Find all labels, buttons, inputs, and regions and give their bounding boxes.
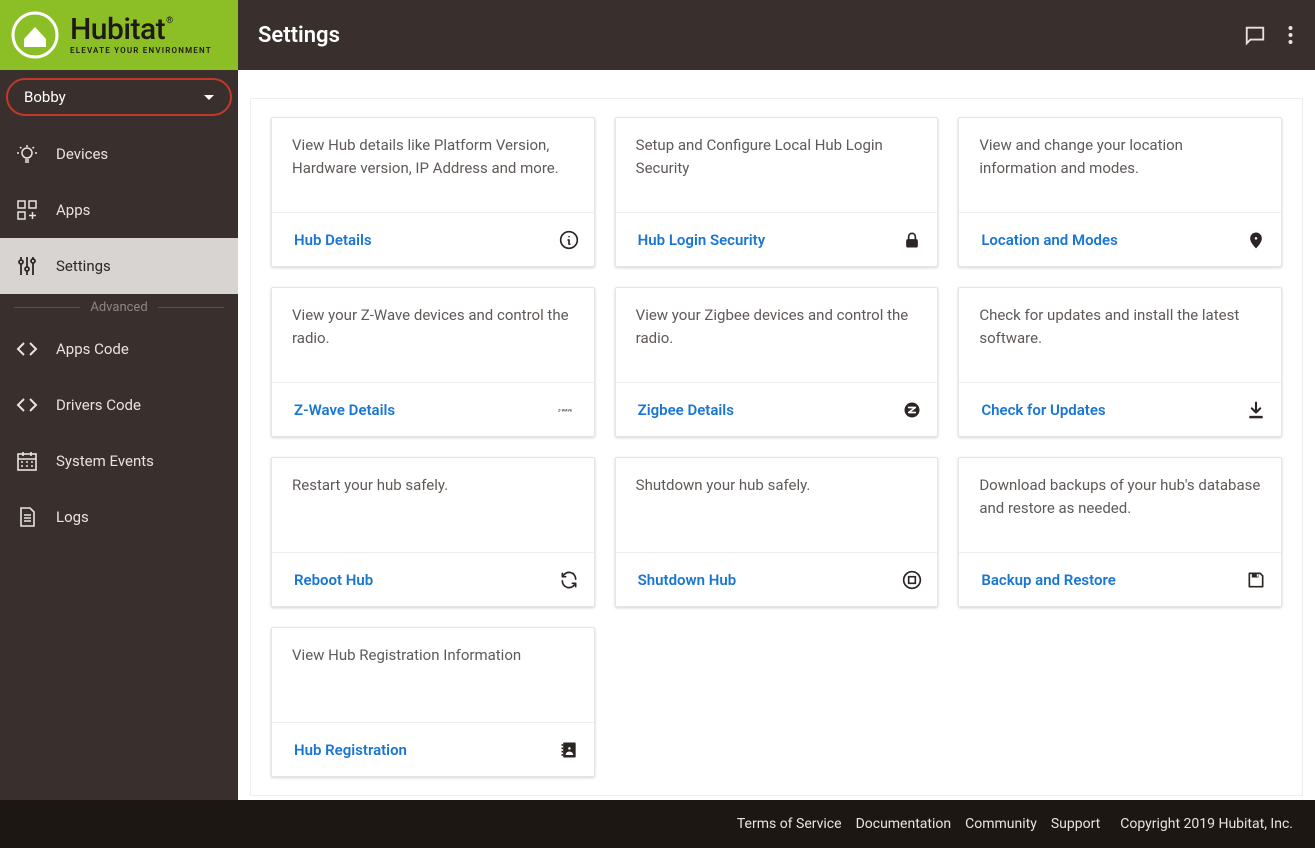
settings-cards-extra: View Hub Registration Information Hub Re… [259, 627, 1294, 777]
sidebar-item-label: Drivers Code [56, 396, 141, 414]
brand-tagline: ELEVATE YOUR ENVIRONMENT [70, 47, 212, 55]
card-action-row[interactable]: Zigbee Details [616, 382, 938, 436]
card-description: View your Zigbee devices and control the… [616, 288, 938, 382]
card-action-row[interactable]: Check for Updates [959, 382, 1281, 436]
settings-card: View Hub Registration Information Hub Re… [271, 627, 595, 777]
card-link[interactable]: Hub Details [294, 231, 372, 249]
card-action-row[interactable]: Hub Details [272, 212, 594, 266]
settings-card: View Hub details like Platform Version, … [271, 117, 595, 267]
calendar-icon [14, 448, 40, 474]
card-description: View Hub Registration Information [272, 628, 594, 722]
settings-card: Setup and Configure Local Hub Login Secu… [615, 117, 939, 267]
logo[interactable]: Hubitat ELEVATE YOUR ENVIRONMENT [0, 0, 238, 70]
footer: Terms of Service Documentation Community… [0, 800, 1315, 848]
card-action-row[interactable]: Hub Registration [272, 722, 594, 776]
card-link[interactable]: Check for Updates [981, 401, 1105, 419]
brand-name: Hubitat [70, 15, 212, 45]
sidebar-item-label: Apps Code [56, 340, 129, 358]
card-description: View your Z-Wave devices and control the… [272, 288, 594, 382]
logo-mark-icon [10, 10, 60, 60]
sidebar-item-label: Devices [56, 145, 108, 163]
sidebar-item-apps-code[interactable]: Apps Code [0, 321, 238, 377]
refresh-icon [558, 569, 580, 591]
sidebar-item-devices[interactable]: Devices [0, 126, 238, 182]
sidebar-item-label: Apps [56, 201, 90, 219]
card-link[interactable]: Location and Modes [981, 231, 1117, 249]
sidebar: Bobby Devices Apps Settings [0, 70, 238, 800]
card-link[interactable]: Hub Login Security [638, 231, 766, 249]
sidebar-item-system-events[interactable]: System Events [0, 433, 238, 489]
sidebar-advanced-divider: Advanced [0, 294, 238, 321]
card-description: Check for updates and install the latest… [959, 288, 1281, 382]
zigbee-icon [901, 399, 923, 421]
messages-icon[interactable] [1244, 24, 1266, 46]
card-action-row[interactable]: Reboot Hub [272, 552, 594, 606]
bulb-icon [14, 141, 40, 167]
lock-icon [901, 229, 923, 251]
main-content: View Hub details like Platform Version, … [238, 70, 1315, 800]
header-actions [1244, 0, 1315, 70]
card-link[interactable]: Backup and Restore [981, 571, 1115, 589]
footer-link-docs[interactable]: Documentation [856, 816, 952, 832]
sidebar-item-settings[interactable]: Settings [0, 238, 238, 294]
footer-link-community[interactable]: Community [965, 816, 1037, 832]
page-title: Settings [238, 0, 1244, 70]
sidebar-item-label: Logs [56, 508, 89, 526]
sliders-icon [14, 253, 40, 279]
info-icon [558, 229, 580, 251]
settings-card: Restart your hub safely. Reboot Hub [271, 457, 595, 607]
card-action-row[interactable]: Z-Wave Details Z-WAVE [272, 382, 594, 436]
settings-card: View your Zigbee devices and control the… [615, 287, 939, 437]
settings-card: View and change your location informatio… [958, 117, 1282, 267]
card-link[interactable]: Reboot Hub [294, 571, 373, 589]
sidebar-advanced-label: Advanced [90, 300, 147, 315]
settings-card: Shutdown your hub safely. Shutdown Hub [615, 457, 939, 607]
card-description: Restart your hub safely. [272, 458, 594, 552]
code-icon [14, 336, 40, 362]
footer-link-tos[interactable]: Terms of Service [737, 816, 842, 832]
zwave-icon: Z-WAVE [558, 399, 580, 421]
hub-selector-dropdown[interactable]: Bobby [6, 78, 232, 116]
card-description: Setup and Configure Local Hub Login Secu… [616, 118, 938, 212]
save-icon [1245, 569, 1267, 591]
sidebar-item-label: Settings [56, 257, 111, 275]
contacts-icon [558, 739, 580, 761]
sidebar-item-logs[interactable]: Logs [0, 489, 238, 545]
card-link[interactable]: Hub Registration [294, 741, 407, 759]
code-icon [14, 392, 40, 418]
footer-copyright: Copyright 2019 Hubitat, Inc. [1120, 816, 1293, 832]
pin-icon [1245, 229, 1267, 251]
sidebar-item-label: System Events [56, 452, 154, 470]
settings-card: Download backups of your hub's database … [958, 457, 1282, 607]
card-link[interactable]: Z-Wave Details [294, 401, 395, 419]
settings-card: Check for updates and install the latest… [958, 287, 1282, 437]
more-menu-icon[interactable] [1288, 25, 1293, 45]
card-description: View and change your location informatio… [959, 118, 1281, 212]
card-action-row[interactable]: Location and Modes [959, 212, 1281, 266]
settings-cards-grid: View Hub details like Platform Version, … [259, 117, 1294, 607]
download-icon [1245, 399, 1267, 421]
sidebar-item-apps[interactable]: Apps [0, 182, 238, 238]
footer-link-support[interactable]: Support [1051, 816, 1100, 832]
svg-text:Z-WAVE: Z-WAVE [558, 407, 573, 412]
card-description: Download backups of your hub's database … [959, 458, 1281, 552]
document-icon [14, 504, 40, 530]
settings-cards-wrap: View Hub details like Platform Version, … [250, 98, 1303, 796]
card-link[interactable]: Zigbee Details [638, 401, 734, 419]
card-description: View Hub details like Platform Version, … [272, 118, 594, 212]
power-icon [901, 569, 923, 591]
card-description: Shutdown your hub safely. [616, 458, 938, 552]
card-action-row[interactable]: Shutdown Hub [616, 552, 938, 606]
chevron-down-icon [204, 95, 214, 100]
sidebar-item-drivers-code[interactable]: Drivers Code [0, 377, 238, 433]
apps-grid-icon [14, 197, 40, 223]
settings-card: View your Z-Wave devices and control the… [271, 287, 595, 437]
card-link[interactable]: Shutdown Hub [638, 571, 736, 589]
card-action-row[interactable]: Backup and Restore [959, 552, 1281, 606]
card-action-row[interactable]: Hub Login Security [616, 212, 938, 266]
hub-selector-value: Bobby [24, 88, 66, 106]
top-header: Hubitat ELEVATE YOUR ENVIRONMENT Setting… [0, 0, 1315, 70]
